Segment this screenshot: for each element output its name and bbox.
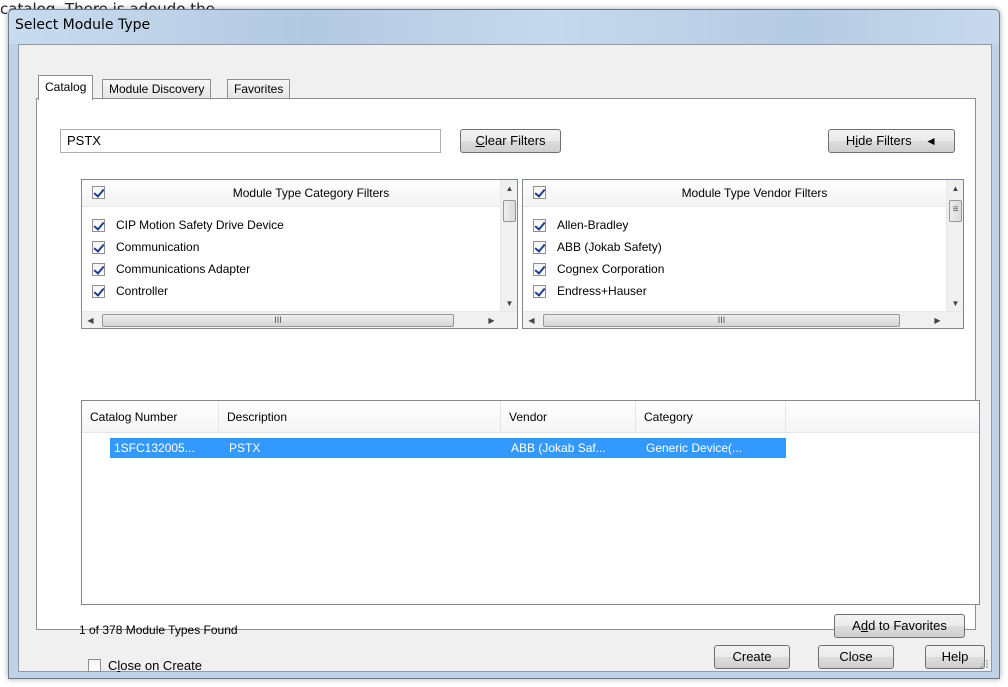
resize-grip-icon[interactable]	[979, 659, 989, 669]
vendor-item-label: ABB (Jokab Safety)	[557, 240, 662, 254]
vendor-filter-item[interactable]: Endress+Hauser	[523, 281, 946, 304]
vendor-filter-header-label: Module Type Vendor Filters	[681, 186, 828, 200]
category-item-label: Controller	[116, 284, 169, 298]
category-vertical-scrollbar[interactable]: ▲ ▼	[500, 180, 517, 312]
cell-vendor: ABB (Jokab Saf...	[511, 441, 606, 455]
scroll-up-icon[interactable]: ▲	[501, 180, 517, 197]
scroll-thumb-horizontal[interactable]: III	[102, 314, 454, 327]
clear-filters-label: lear Filters	[484, 133, 546, 148]
category-select-all-checkbox[interactable]	[92, 186, 105, 199]
category-filter-header: Module Type Category Filters	[82, 180, 500, 207]
tab-module-discovery[interactable]: Module Discovery	[102, 79, 212, 99]
scroll-left-icon[interactable]: ◀	[523, 312, 540, 328]
vendor-filter-list: Module Type Vendor Filters Allen-Bradley…	[522, 179, 964, 329]
vendor-item-checkbox[interactable]	[533, 219, 546, 232]
cell-description: PSTX	[229, 441, 261, 455]
scroll-up-icon[interactable]: ▲	[947, 180, 963, 197]
vendor-item-label: Allen-Bradley	[557, 218, 629, 232]
column-header-empty	[786, 401, 979, 433]
vendor-select-all-checkbox[interactable]	[533, 186, 546, 199]
category-item-checkbox[interactable]	[92, 241, 105, 254]
clear-filters-mnemonic: C	[475, 133, 485, 148]
close-on-create-label-a: C	[108, 658, 118, 673]
hide-filters-button[interactable]: Hide Filters ▲	[828, 129, 955, 153]
scroll-right-icon[interactable]: ▶	[929, 312, 946, 328]
window-title: Select Module Type	[15, 17, 151, 33]
vendor-horizontal-scrollbar[interactable]: ◀ III ▶	[523, 311, 963, 328]
category-filter-item[interactable]: CIP Motion Safety Drive Device	[82, 215, 500, 238]
vendor-item-checkbox[interactable]	[533, 285, 546, 298]
scroll-down-icon[interactable]: ▼	[947, 295, 963, 312]
scroll-down-icon[interactable]: ▼	[501, 295, 517, 312]
category-item-label: CIP Motion Safety Drive Device	[116, 218, 284, 232]
close-button[interactable]: Close	[818, 645, 894, 669]
add-favorites-label-b: d to Favorites	[868, 618, 947, 633]
scroll-thumb-horizontal[interactable]: III	[543, 314, 900, 327]
scroll-right-icon[interactable]: ▶	[483, 312, 500, 328]
table-row[interactable]: 1SFC132005... PSTX ABB (Jokab Saf... Gen…	[110, 438, 786, 458]
vendor-item-label: Cognex Corporation	[557, 262, 665, 276]
category-item-checkbox[interactable]	[92, 285, 105, 298]
column-header-vendor[interactable]: Vendor	[501, 401, 636, 433]
module-results-table: Catalog Number Description Vendor Catego…	[81, 400, 980, 605]
category-item-label: Communications Adapter	[116, 262, 251, 276]
hide-filters-label-b: de Filters	[858, 133, 912, 148]
select-module-type-dialog: Select Module Type Catalog Module Discov…	[8, 9, 1000, 679]
vendor-filter-header: Module Type Vendor Filters	[523, 180, 946, 207]
scroll-left-icon[interactable]: ◀	[82, 312, 99, 328]
create-button[interactable]: Create	[714, 645, 790, 669]
dialog-client-area: Catalog Module Discovery Favorites PSTX …	[18, 44, 992, 673]
category-item-checkbox[interactable]	[92, 219, 105, 232]
vendor-filter-item[interactable]: Allen-Bradley	[523, 215, 946, 238]
category-item-checkbox[interactable]	[92, 263, 105, 276]
search-input[interactable]: PSTX	[60, 129, 441, 153]
vendor-filter-item[interactable]: Cognex Corporation	[523, 259, 946, 282]
scroll-thumb[interactable]	[503, 200, 516, 222]
double-chevron-up-icon: ▲	[923, 135, 938, 148]
category-filter-item[interactable]: Communications Adapter	[82, 259, 500, 282]
vendor-item-checkbox[interactable]	[533, 263, 546, 276]
category-filter-header-label: Module Type Category Filters	[232, 186, 390, 200]
vendor-item-label: Endress+Hauser	[557, 284, 647, 298]
results-count-status: 1 of 378 Module Types Found	[79, 623, 238, 637]
help-button[interactable]: Help	[925, 645, 985, 669]
column-header-catalog-number[interactable]: Catalog Number	[82, 401, 219, 433]
category-filter-item[interactable]: Communication	[82, 237, 500, 260]
add-to-favorites-button[interactable]: Add to Favorites	[834, 614, 965, 638]
vendor-item-checkbox[interactable]	[533, 241, 546, 254]
category-item-label: Communication	[116, 240, 200, 254]
category-filter-list: Module Type Category Filters CIP Motion …	[81, 179, 518, 329]
tab-favorites[interactable]: Favorites	[227, 79, 291, 99]
column-header-category[interactable]: Category	[636, 401, 786, 433]
column-header-description[interactable]: Description	[219, 401, 501, 433]
add-favorites-label-a: A	[852, 618, 861, 633]
clear-filters-button[interactable]: Clear Filters	[460, 129, 561, 153]
title-bar[interactable]: Select Module Type	[9, 10, 999, 44]
close-on-create-label-b: ose on Create	[120, 658, 202, 673]
scroll-thumb[interactable]: ≡	[949, 200, 962, 222]
cell-category: Generic Device(...	[646, 441, 743, 455]
hide-filters-label-a: H	[845, 133, 856, 148]
category-filter-item[interactable]: Controller	[82, 281, 500, 304]
vendor-vertical-scrollbar[interactable]: ▲ ≡ ▼	[946, 180, 963, 312]
close-on-create-label: Close on Create	[108, 658, 202, 673]
vendor-filter-item[interactable]: ABB (Jokab Safety)	[523, 237, 946, 260]
category-horizontal-scrollbar[interactable]: ◀ III ▶	[82, 311, 517, 328]
add-favorites-mnemonic: d	[860, 618, 869, 633]
cell-catalog-number: 1SFC132005...	[114, 441, 195, 455]
close-on-create-checkbox[interactable]	[88, 659, 101, 672]
tab-catalog[interactable]: Catalog	[38, 75, 94, 100]
